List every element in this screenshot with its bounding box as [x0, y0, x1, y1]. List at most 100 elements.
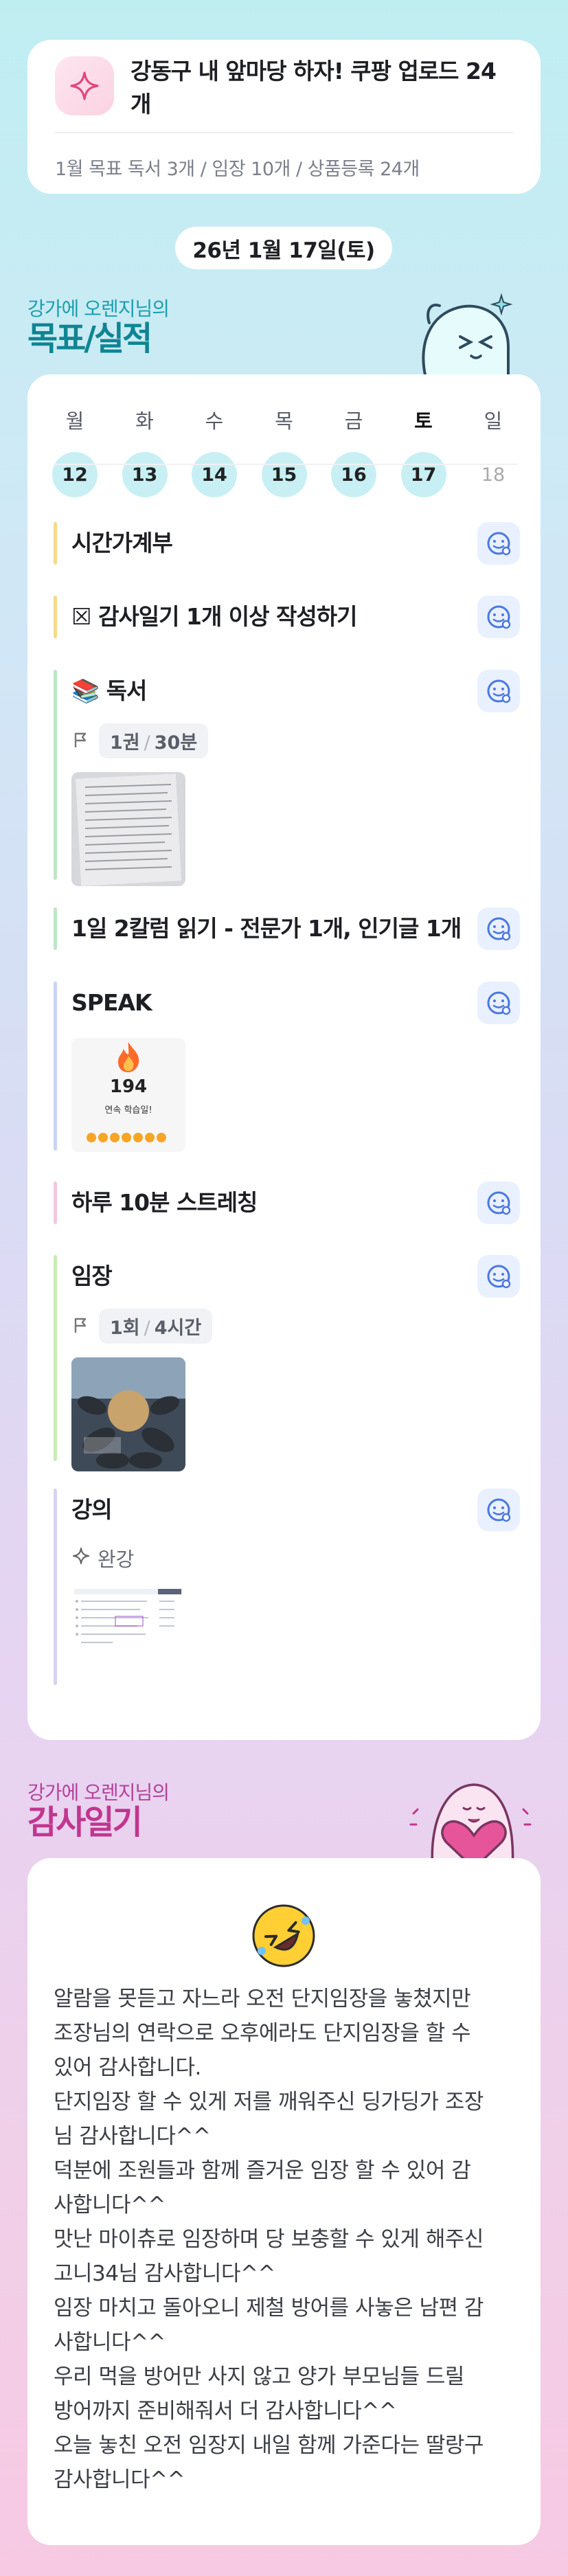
task-title: 하루 10분 스트레칭 [71, 1189, 258, 1216]
task-progress: 1회/4시간 [71, 1309, 213, 1344]
progress-pill: 1회/4시간 [99, 1309, 213, 1344]
task-title: 임장 [71, 1263, 113, 1289]
smile-check-button[interactable] [477, 670, 520, 712]
goals-section-subtitle: 강가에 오렌지님의 [27, 297, 170, 320]
task-item-lecture: 강의 완강 [54, 1489, 520, 1685]
task-item: 1일 2칼럼 읽기 - 전문가 1개, 인기글 1개 [54, 907, 520, 950]
day-mon[interactable]: 월 12 [48, 405, 102, 497]
gratitude-diary-card: 알람을 못듣고 자느라 오전 단지임장을 놓쳤지만조장님의 연락으로 오후에라도… [27, 1858, 541, 2545]
note-text: 완강 [98, 1548, 135, 1571]
ghost-mascot-icon [412, 282, 515, 379]
day-number: 12 [52, 452, 98, 497]
day-name: 수 [205, 409, 224, 433]
task-title: SPEAK [71, 989, 152, 1016]
goal-summary: 1월 목표 독서 3개 / 임장 10개 / 상품등록 24개 [55, 159, 420, 180]
diary-line: 방어까지 준비해줘서 더 감사합니다^^ [54, 2399, 397, 2424]
day-name: 금 [344, 409, 363, 433]
smile-check-button[interactable] [477, 1255, 520, 1298]
diary-line: 우리 먹을 방어만 사지 않고 양가 부모님들 드릴 [54, 2364, 464, 2389]
diary-line: 있어 감사합니다. [54, 2055, 201, 2080]
week-strip: 월 12 화 13 수 14 목 15 금 16 토 17 일 18 [48, 405, 520, 497]
day-name: 화 [135, 409, 154, 433]
task-title: 📚 독서 [71, 677, 147, 704]
day-name: 토 [414, 409, 433, 433]
task-progress: 1권/30분 [71, 723, 209, 758]
diary-section-subtitle: 강가에 오렌지님의 [27, 1781, 170, 1804]
streak-dots [87, 1133, 166, 1142]
task-item-speak: SPEAK 194 연속 학습일! [54, 982, 520, 1152]
day-name: 목 [275, 409, 293, 433]
streak-label: 연속 학습일! [104, 1105, 152, 1116]
smile-check-button[interactable] [477, 1489, 520, 1531]
heart-mascot-icon [405, 1765, 536, 1871]
day-name: 월 [65, 409, 84, 433]
divider [54, 464, 517, 465]
diary-line: 고니34님 감사합니다^^ [54, 2261, 275, 2286]
day-number: 17 [400, 452, 446, 497]
smile-check-button[interactable] [477, 1182, 520, 1224]
progress-time: 30분 [154, 732, 198, 754]
day-number: 18 [481, 464, 505, 486]
flag-icon [71, 1315, 91, 1337]
progress-time: 4시간 [154, 1318, 202, 1339]
diary-line: 사합니다^^ [54, 2193, 166, 2217]
sparkle-icon [55, 56, 114, 115]
diary-line: 조장님의 연락으로 오후에라도 단지임장을 할 수 [54, 2021, 471, 2046]
streak-count: 194 [109, 1076, 148, 1097]
diary-section-title: 감사일기 [27, 1803, 143, 1842]
smile-check-button[interactable] [477, 982, 520, 1024]
diary-section-header: 강가에 오렌지님의 감사일기 [27, 1778, 170, 1842]
diary-line: 알람을 못듣고 자느라 오전 단지임장을 놓쳤지만 [54, 1987, 471, 2011]
speak-streak-screenshot[interactable]: 194 연속 학습일! [71, 1038, 185, 1152]
task-item: 시간가계부 [54, 522, 520, 565]
diary-line: 사합니다^^ [54, 2330, 166, 2355]
goal-title: 강동구 내 앞마당 하자! 쿠팡 업로드 24개 [130, 58, 497, 117]
day-sat-selected[interactable]: 토 17 [397, 405, 451, 497]
task-title: 시간가계부 [71, 530, 173, 556]
goals-card: 월 12 화 13 수 14 목 15 금 16 토 17 일 18 시간가계부 ☒ 감사일기… [27, 374, 541, 1740]
day-tue[interactable]: 화 13 [118, 405, 172, 497]
task-item-site-visit: 임장 1회/4시간 [54, 1255, 520, 1471]
day-sun[interactable]: 일 18 [466, 405, 520, 497]
smile-check-button[interactable] [477, 907, 520, 950]
goal-header: 강동구 내 앞마당 하자! 쿠팡 업로드 24개 [55, 40, 513, 133]
goals-section-header: 강가에 오렌지님의 목표/실적 [27, 294, 170, 358]
day-number: 13 [122, 452, 168, 497]
smile-check-button[interactable] [477, 596, 520, 638]
diary-line: 오늘 놓친 오전 임장지 내일 함께 가준다는 딸랑구 [54, 2433, 484, 2458]
task-title: 강의 [71, 1496, 113, 1523]
lecture-screenshot[interactable] [71, 1586, 185, 1648]
day-wed[interactable]: 수 14 [188, 405, 241, 497]
sparkle-icon [71, 1546, 91, 1570]
laughing-emoji-icon [251, 1903, 317, 1969]
day-thu[interactable]: 목 15 [258, 405, 311, 497]
progress-count: 1회 [110, 1318, 140, 1339]
task-note: 완강 [71, 1544, 520, 1572]
diary-line: 덕분에 조원들과 함께 즐거운 임장 할 수 있어 감 [54, 2158, 471, 2183]
flag-icon [71, 730, 91, 752]
day-number: 14 [192, 452, 237, 497]
day-number: 15 [261, 452, 307, 497]
day-number: 16 [331, 452, 376, 497]
diary-line: 님 감사합니다^^ [54, 2124, 211, 2149]
goals-section-title: 목표/실적 [27, 319, 152, 358]
diary-line: 단지임장 할 수 있게 저를 깨워주신 딩가딩가 조장 [54, 2090, 484, 2114]
task-item-reading: 📚 독서 1권/30분 [54, 670, 520, 886]
diary-line: 임장 마치고 돌아오니 제철 방어를 사놓은 남편 감 [54, 2296, 484, 2320]
smile-check-button[interactable] [477, 522, 520, 565]
day-name: 일 [484, 409, 503, 433]
diary-line: 감사합니다^^ [54, 2467, 185, 2492]
book-page-photo[interactable] [71, 772, 185, 886]
date-selector[interactable]: 26년 1월 17일(토) [175, 227, 392, 269]
day-fri[interactable]: 금 16 [327, 405, 380, 497]
task-title: 1일 2칼럼 읽기 - 전문가 1개, 인기글 1개 [71, 915, 462, 942]
task-title: ☒ 감사일기 1개 이상 작성하기 [71, 603, 357, 630]
site-visit-photo[interactable] [71, 1357, 185, 1471]
flame-icon [114, 1041, 143, 1076]
diary-line: 맛난 마이츄로 임장하며 당 보충할 수 있게 해주신 [54, 2227, 484, 2252]
task-item: 하루 10분 스트레칭 [54, 1182, 520, 1224]
task-item: ☒ 감사일기 1개 이상 작성하기 [54, 596, 520, 638]
progress-pill: 1권/30분 [99, 723, 209, 758]
diary-text: 알람을 못듣고 자느라 오전 단지임장을 놓쳤지만조장님의 연락으로 오후에라도… [54, 1982, 516, 2497]
monthly-goal-card: 강동구 내 앞마당 하자! 쿠팡 업로드 24개 1월 목표 독서 3개 / 임… [27, 40, 541, 194]
